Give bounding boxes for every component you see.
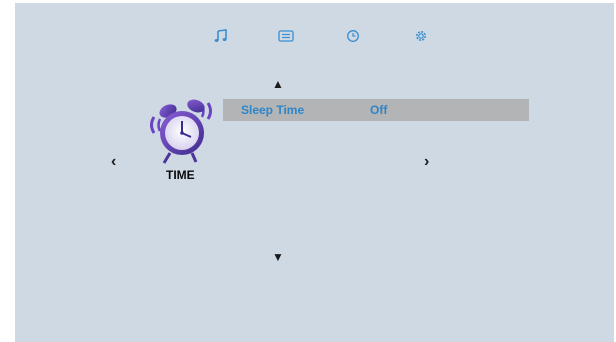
tab-time[interactable] bbox=[344, 27, 362, 45]
tab-sound[interactable] bbox=[212, 27, 230, 45]
tab-setup[interactable] bbox=[412, 27, 430, 45]
menu-item-value[interactable]: Off bbox=[370, 103, 387, 117]
menu-item-sleep-time[interactable]: Sleep Time Off bbox=[223, 99, 529, 121]
gear-icon bbox=[416, 31, 426, 41]
clock-icon bbox=[347, 30, 359, 42]
left-arrow-icon[interactable]: ‹ bbox=[111, 153, 116, 171]
list-icon bbox=[278, 30, 294, 42]
right-arrow-icon[interactable]: › bbox=[424, 153, 429, 171]
menu-panel bbox=[15, 3, 614, 342]
alarm-clock-icon bbox=[146, 95, 216, 167]
down-arrow-icon[interactable]: ▼ bbox=[272, 250, 284, 264]
music-note-icon bbox=[214, 29, 227, 42]
up-arrow-icon[interactable]: ▲ bbox=[272, 77, 284, 91]
section-title: TIME bbox=[166, 168, 195, 182]
menu-item-label: Sleep Time bbox=[241, 103, 305, 117]
tab-general[interactable] bbox=[277, 27, 295, 45]
